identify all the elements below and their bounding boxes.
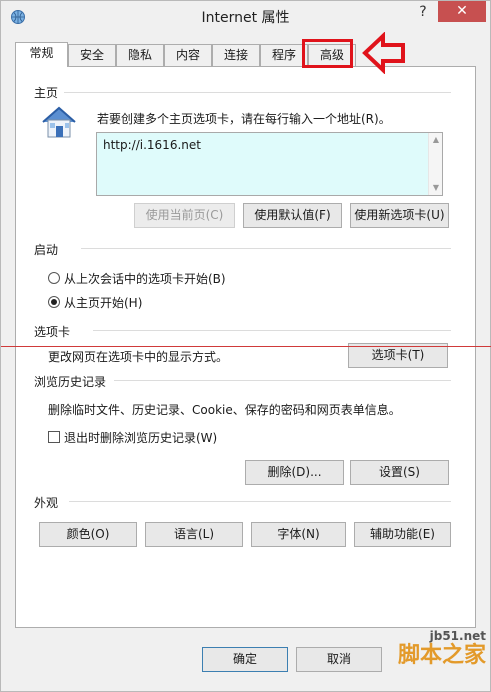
radio-home-page-label: 从主页开始(H) [64, 296, 143, 310]
tab-general[interactable]: 常规 [15, 42, 68, 67]
url-box-scrollbar[interactable]: ▲ ▼ [428, 133, 442, 195]
languages-button[interactable]: 语言(L) [145, 522, 243, 547]
title-bar: Internet 属性 ? ✕ [1, 1, 490, 32]
history-divider [114, 380, 451, 381]
advanced-tab-highlight-box [302, 39, 353, 68]
history-description: 删除临时文件、历史记录、Cookie、保存的密码和网页表单信息。 [48, 403, 401, 417]
tabs-section-divider [93, 330, 451, 331]
left-arrow-annotation-icon [362, 32, 405, 74]
tab-connections[interactable]: 连接 [212, 44, 260, 66]
appearance-section-title: 外观 [34, 496, 59, 510]
accessibility-button[interactable]: 辅助功能(E) [354, 522, 451, 547]
use-current-button[interactable]: 使用当前页(C) [134, 203, 235, 228]
home-page-section-title: 主页 [34, 86, 59, 100]
appearance-divider [69, 501, 451, 502]
home-page-icon [42, 106, 76, 138]
scroll-up-icon[interactable]: ▲ [429, 133, 443, 147]
scroll-down-icon[interactable]: ▼ [429, 181, 443, 195]
delete-on-exit-checkbox[interactable] [48, 431, 60, 443]
radio-last-session[interactable] [48, 272, 60, 284]
tab-programs[interactable]: 程序 [260, 44, 308, 66]
history-section-title: 浏览历史记录 [34, 375, 107, 389]
annotation-red-line [1, 346, 491, 347]
tabs-section-description: 更改网页在选项卡中的显示方式。 [48, 350, 229, 364]
tab-content[interactable]: 内容 [164, 44, 212, 66]
use-new-tab-button[interactable]: 使用新选项卡(U) [350, 203, 449, 228]
delete-history-button[interactable]: 删除(D)... [245, 460, 344, 485]
delete-on-exit-label: 退出时删除浏览历史记录(W) [64, 431, 218, 445]
use-default-button[interactable]: 使用默认值(F) [243, 203, 342, 228]
radio-last-session-label: 从上次会话中的选项卡开始(B) [64, 272, 226, 286]
tabs-section-title: 选项卡 [34, 325, 71, 339]
home-page-hint: 若要创建多个主页选项卡，请在每行输入一个地址(R)。 [97, 112, 391, 126]
fonts-button[interactable]: 字体(N) [251, 522, 346, 547]
tab-privacy[interactable]: 隐私 [116, 44, 164, 66]
home-page-url-textarea[interactable]: http://i.1616.net ▲ ▼ [96, 132, 443, 196]
help-button[interactable]: ? [411, 1, 435, 23]
ok-button[interactable]: 确定 [202, 647, 288, 672]
startup-section-title: 启动 [34, 243, 59, 257]
history-settings-button[interactable]: 设置(S) [350, 460, 449, 485]
radio-home-page[interactable] [48, 296, 60, 308]
internet-properties-dialog: Internet 属性 ? ✕ 常规 安全 隐私 内容 连接 程序 高级 主页 … [0, 0, 491, 692]
watermark-text: 脚本之家 [397, 643, 486, 668]
colors-button[interactable]: 颜色(O) [39, 522, 137, 547]
tab-security[interactable]: 安全 [68, 44, 116, 66]
watermark-url: jb51.net [429, 629, 486, 643]
close-button[interactable]: ✕ [438, 1, 486, 22]
site-watermark: jb51.net 脚本之家 [336, 629, 486, 689]
home-page-divider [64, 92, 451, 93]
startup-divider [81, 248, 451, 249]
home-page-url-value: http://i.1616.net [103, 138, 201, 152]
